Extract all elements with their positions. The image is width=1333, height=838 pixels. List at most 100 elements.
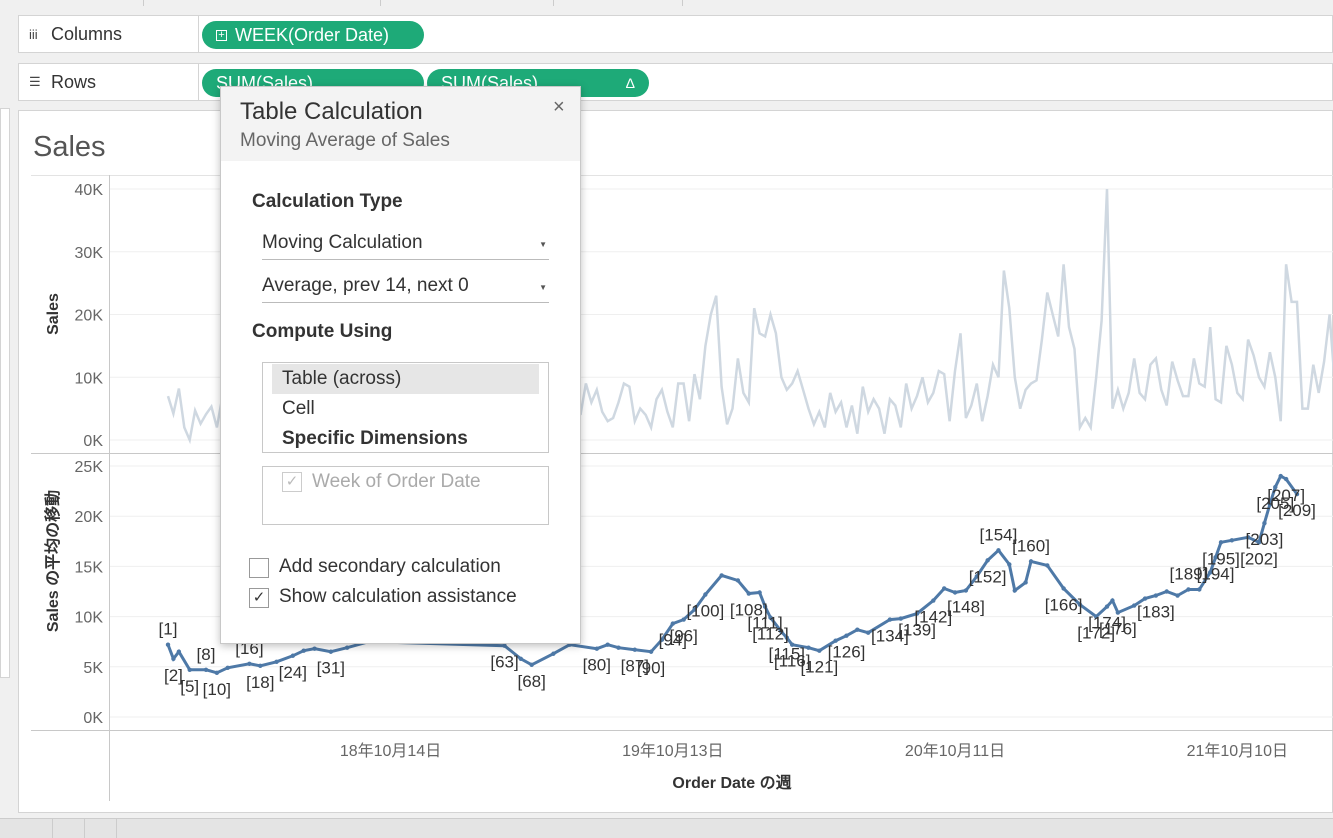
point-label: [10] <box>203 680 231 699</box>
moving-average-point <box>1012 588 1017 593</box>
week-of-order-date-label: Week of Order Date <box>312 471 481 492</box>
table-calculation-dialog[interactable]: Table Calculation Moving Average of Sale… <box>220 86 581 644</box>
x-tick-label: 18年10月14日 <box>340 742 441 760</box>
sheet-tab[interactable] <box>20 819 53 838</box>
expand-icon[interactable]: + <box>216 29 227 41</box>
compute-using-list[interactable]: Table (across) Cell Specific Dimensions <box>262 362 549 453</box>
point-label: [5] <box>180 677 199 696</box>
sheet-tab[interactable] <box>84 819 117 838</box>
show-calculation-assistance-label: Show calculation assistance <box>279 586 517 607</box>
top-y-tick-label: 30K <box>75 245 104 262</box>
moving-average-point <box>328 649 334 654</box>
moving-average-point <box>1229 538 1235 543</box>
moving-average-point <box>258 663 263 668</box>
moving-average-point <box>735 578 741 583</box>
toolbar-edge <box>380 0 381 6</box>
add-secondary-calculation-label: Add secondary calculation <box>279 556 501 577</box>
x-tick-label: 20年10月11日 <box>905 742 1005 760</box>
moving-average-point <box>806 645 811 650</box>
moving-average-point <box>952 590 958 595</box>
moving-average-point <box>1262 521 1267 526</box>
moving-average-point <box>225 665 230 671</box>
moving-average-point <box>1104 604 1110 609</box>
moving-average-point <box>301 648 306 653</box>
top-y-tick-label: 40K <box>75 182 104 199</box>
point-label: [1] <box>159 620 178 639</box>
moving-average-point <box>1186 587 1191 592</box>
bottom-y-axis-title: Sales の平均の移動 <box>43 490 62 632</box>
moving-average-point <box>844 633 849 638</box>
close-icon[interactable]: × <box>553 96 565 119</box>
moving-average-point <box>502 643 507 648</box>
point-label: [152] <box>969 567 1007 586</box>
pill-label: WEEK(Order Date) <box>235 24 390 45</box>
compute-using-heading: Compute Using <box>252 321 393 342</box>
moving-calc-dropdown[interactable]: Average, prev 14, next 0 ▼ <box>262 273 549 303</box>
dimensions-list: ✓ Week of Order Date <box>262 466 549 525</box>
calculation-type-value: Moving Calculation <box>262 232 423 253</box>
moving-average-point <box>746 591 751 596</box>
moving-average-point <box>1045 563 1050 568</box>
moving-average-point <box>648 649 654 654</box>
toolbar-edge <box>553 0 554 6</box>
columns-shelf[interactable]: iii Columns + WEEK(Order Date) <box>18 15 1333 53</box>
x-tick-label: 21年10月10日 <box>1187 742 1288 760</box>
rows-shelf[interactable]: ☰ Rows SUM(Sales) SUM(Sales) Δ <box>18 63 1333 101</box>
point-label: [100] <box>686 602 724 621</box>
add-secondary-calculation-checkbox[interactable] <box>249 558 269 578</box>
point-label: [80] <box>583 656 611 675</box>
moving-average-point <box>719 573 724 578</box>
calculation-type-heading: Calculation Type <box>252 191 403 212</box>
moving-average-point <box>312 646 317 651</box>
moving-average-point <box>605 642 610 647</box>
moving-average-point <box>670 621 675 626</box>
moving-average-point <box>344 645 350 650</box>
bottom-y-tick-label: 0K <box>83 710 103 727</box>
moving-average-point <box>632 647 637 652</box>
moving-average-point <box>518 656 524 661</box>
point-label: [63] <box>490 653 518 672</box>
point-label: [126] <box>828 643 866 662</box>
top-y-axis-title: Sales <box>45 293 62 335</box>
moving-average-point <box>594 646 600 651</box>
moving-average-point <box>1283 476 1289 482</box>
moving-calc-value: Average, prev 14, next 0 <box>262 275 469 296</box>
moving-average-point <box>931 598 936 603</box>
week-of-order-date-checkbox[interactable]: ✓ <box>282 472 302 492</box>
moving-average-point <box>963 588 969 593</box>
moving-average-point <box>247 661 252 666</box>
rows-icon: ☰ <box>29 74 41 89</box>
moving-average-point <box>165 642 171 647</box>
rows-label: Rows <box>51 71 97 92</box>
moving-average-point <box>616 645 621 650</box>
moving-average-point <box>757 590 762 595</box>
bottom-y-tick-label: 5K <box>83 660 103 677</box>
show-calculation-assistance-checkbox[interactable]: ✓ <box>249 588 269 608</box>
columns-label: Columns <box>51 23 123 44</box>
moving-average-point <box>996 548 1001 553</box>
pill-week-order-date[interactable]: + WEEK(Order Date) <box>202 21 424 49</box>
top-y-tick-label: 20K <box>75 308 104 325</box>
top-y-tick-label: 10K <box>75 370 104 387</box>
point-label: [31] <box>317 659 345 678</box>
point-label: [68] <box>517 672 545 691</box>
calculation-type-dropdown[interactable]: Moving Calculation ▼ <box>262 230 549 260</box>
moving-average-point <box>1028 559 1034 564</box>
moving-average-point <box>941 586 947 591</box>
rows-shelf-label: ☰ Rows <box>19 64 199 100</box>
compute-option-table-across[interactable]: Table (across) <box>272 364 539 394</box>
compute-option-cell[interactable]: Cell <box>272 394 539 424</box>
moving-average-point <box>1142 596 1148 601</box>
sheet-tab[interactable] <box>52 819 85 838</box>
point-label: [203] <box>1246 530 1284 549</box>
moving-average-point <box>529 662 534 667</box>
dialog-title: Table Calculation <box>240 98 423 125</box>
compute-option-specific-dimensions[interactable]: Specific Dimensions <box>272 424 539 454</box>
moving-average-point <box>1278 473 1283 479</box>
moving-average-point <box>171 656 176 661</box>
toolbar-edge <box>682 0 683 6</box>
delta-icon: Δ <box>625 75 635 91</box>
top-y-tick-label: 0K <box>83 433 103 450</box>
moving-average-point <box>1023 580 1028 585</box>
point-label: [18] <box>246 673 274 692</box>
